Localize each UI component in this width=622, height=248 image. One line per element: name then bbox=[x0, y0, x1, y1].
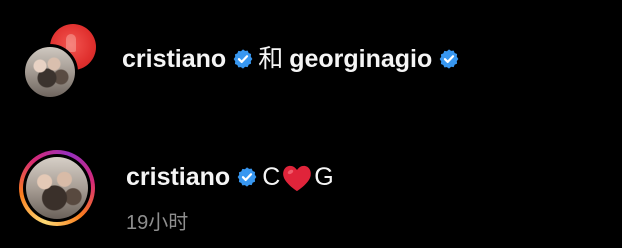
caption-line: cristiano C G bbox=[126, 162, 334, 192]
collab-header-row: cristiano 和 georginagio bbox=[0, 0, 622, 125]
avatar-cristiano[interactable] bbox=[22, 44, 78, 100]
collab-avatars[interactable] bbox=[22, 24, 96, 100]
username-georginagio[interactable]: georginagio bbox=[289, 44, 432, 74]
red-heart-icon bbox=[282, 164, 312, 192]
verified-badge-icon bbox=[438, 48, 460, 70]
collab-title: cristiano 和 georginagio bbox=[122, 44, 464, 74]
caption-text-suffix: G bbox=[314, 163, 334, 191]
story-ring-avatar[interactable] bbox=[19, 150, 95, 226]
verified-badge-icon bbox=[232, 48, 254, 70]
collab-connector: 和 bbox=[258, 45, 284, 73]
username-cristiano[interactable]: cristiano bbox=[122, 44, 226, 74]
caption-text-prefix: C bbox=[262, 163, 281, 191]
post-timestamp: 19小时 bbox=[126, 212, 189, 234]
avatar-cristiano[interactable] bbox=[26, 157, 88, 219]
verified-badge-icon bbox=[236, 166, 258, 188]
caption-username[interactable]: cristiano bbox=[126, 162, 230, 192]
